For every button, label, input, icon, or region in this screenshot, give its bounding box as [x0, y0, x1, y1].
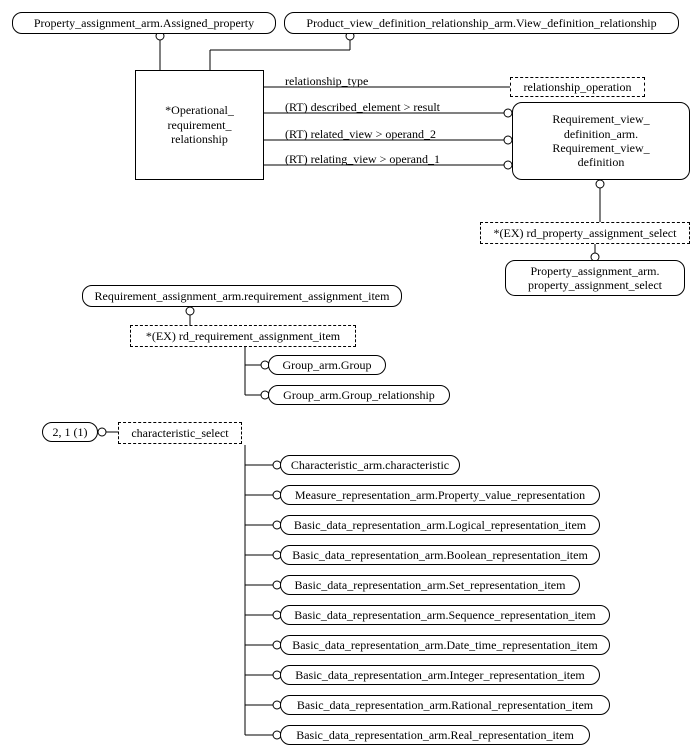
- cs-item: Basic_data_representation_arm.Sequence_r…: [280, 605, 610, 625]
- cs-item: Measure_representation_arm.Property_valu…: [280, 485, 600, 505]
- attr-related-view: (RT) related_view > operand_2: [285, 127, 436, 142]
- cs-item: Basic_data_representation_arm.Boolean_re…: [280, 545, 600, 565]
- super-view-def-rel: Product_view_definition_relationship_arm…: [284, 12, 679, 34]
- page-reference: 2, 1 (1): [42, 422, 98, 442]
- cs-item: Characteristic_arm.characteristic: [280, 455, 460, 475]
- cs-item: Basic_data_representation_arm.Rational_r…: [280, 695, 610, 715]
- type-characteristic-select: characteristic_select: [118, 422, 242, 444]
- attr-described-element: (RT) described_element > result: [285, 100, 440, 115]
- entity-operational-req-rel: *Operational_ requirement_ relationship: [135, 70, 264, 180]
- entity-group-relationship: Group_arm.Group_relationship: [268, 385, 450, 405]
- entity-property-assign-select: Property_assignment_arm. property_assign…: [505, 260, 685, 296]
- type-ex-req-assignment-item: *(EX) rd_requirement_assignment_item: [130, 325, 356, 347]
- entity-req-assignment-item: Requirement_assignment_arm.requirement_a…: [82, 285, 402, 307]
- cs-item: Basic_data_representation_arm.Date_time_…: [280, 635, 610, 655]
- entity-group: Group_arm.Group: [268, 355, 386, 375]
- attr-relating-view: (RT) relating_view > operand_1: [285, 152, 440, 167]
- super-property-assignment: Property_assignment_arm.Assigned_propert…: [12, 12, 276, 34]
- type-ex-property-select: *(EX) rd_property_assignment_select: [480, 222, 690, 244]
- cs-item: Basic_data_representation_arm.Integer_re…: [280, 665, 600, 685]
- entity-req-view-def: Requirement_view_ definition_arm. Requir…: [512, 102, 690, 180]
- cs-item: Basic_data_representation_arm.Logical_re…: [280, 515, 600, 535]
- cs-item: Basic_data_representation_arm.Real_repre…: [280, 725, 590, 745]
- attr-relationship-type: relationship_type: [285, 74, 368, 89]
- type-relationship-operation: relationship_operation: [510, 77, 645, 97]
- cs-item: Basic_data_representation_arm.Set_repres…: [280, 575, 580, 595]
